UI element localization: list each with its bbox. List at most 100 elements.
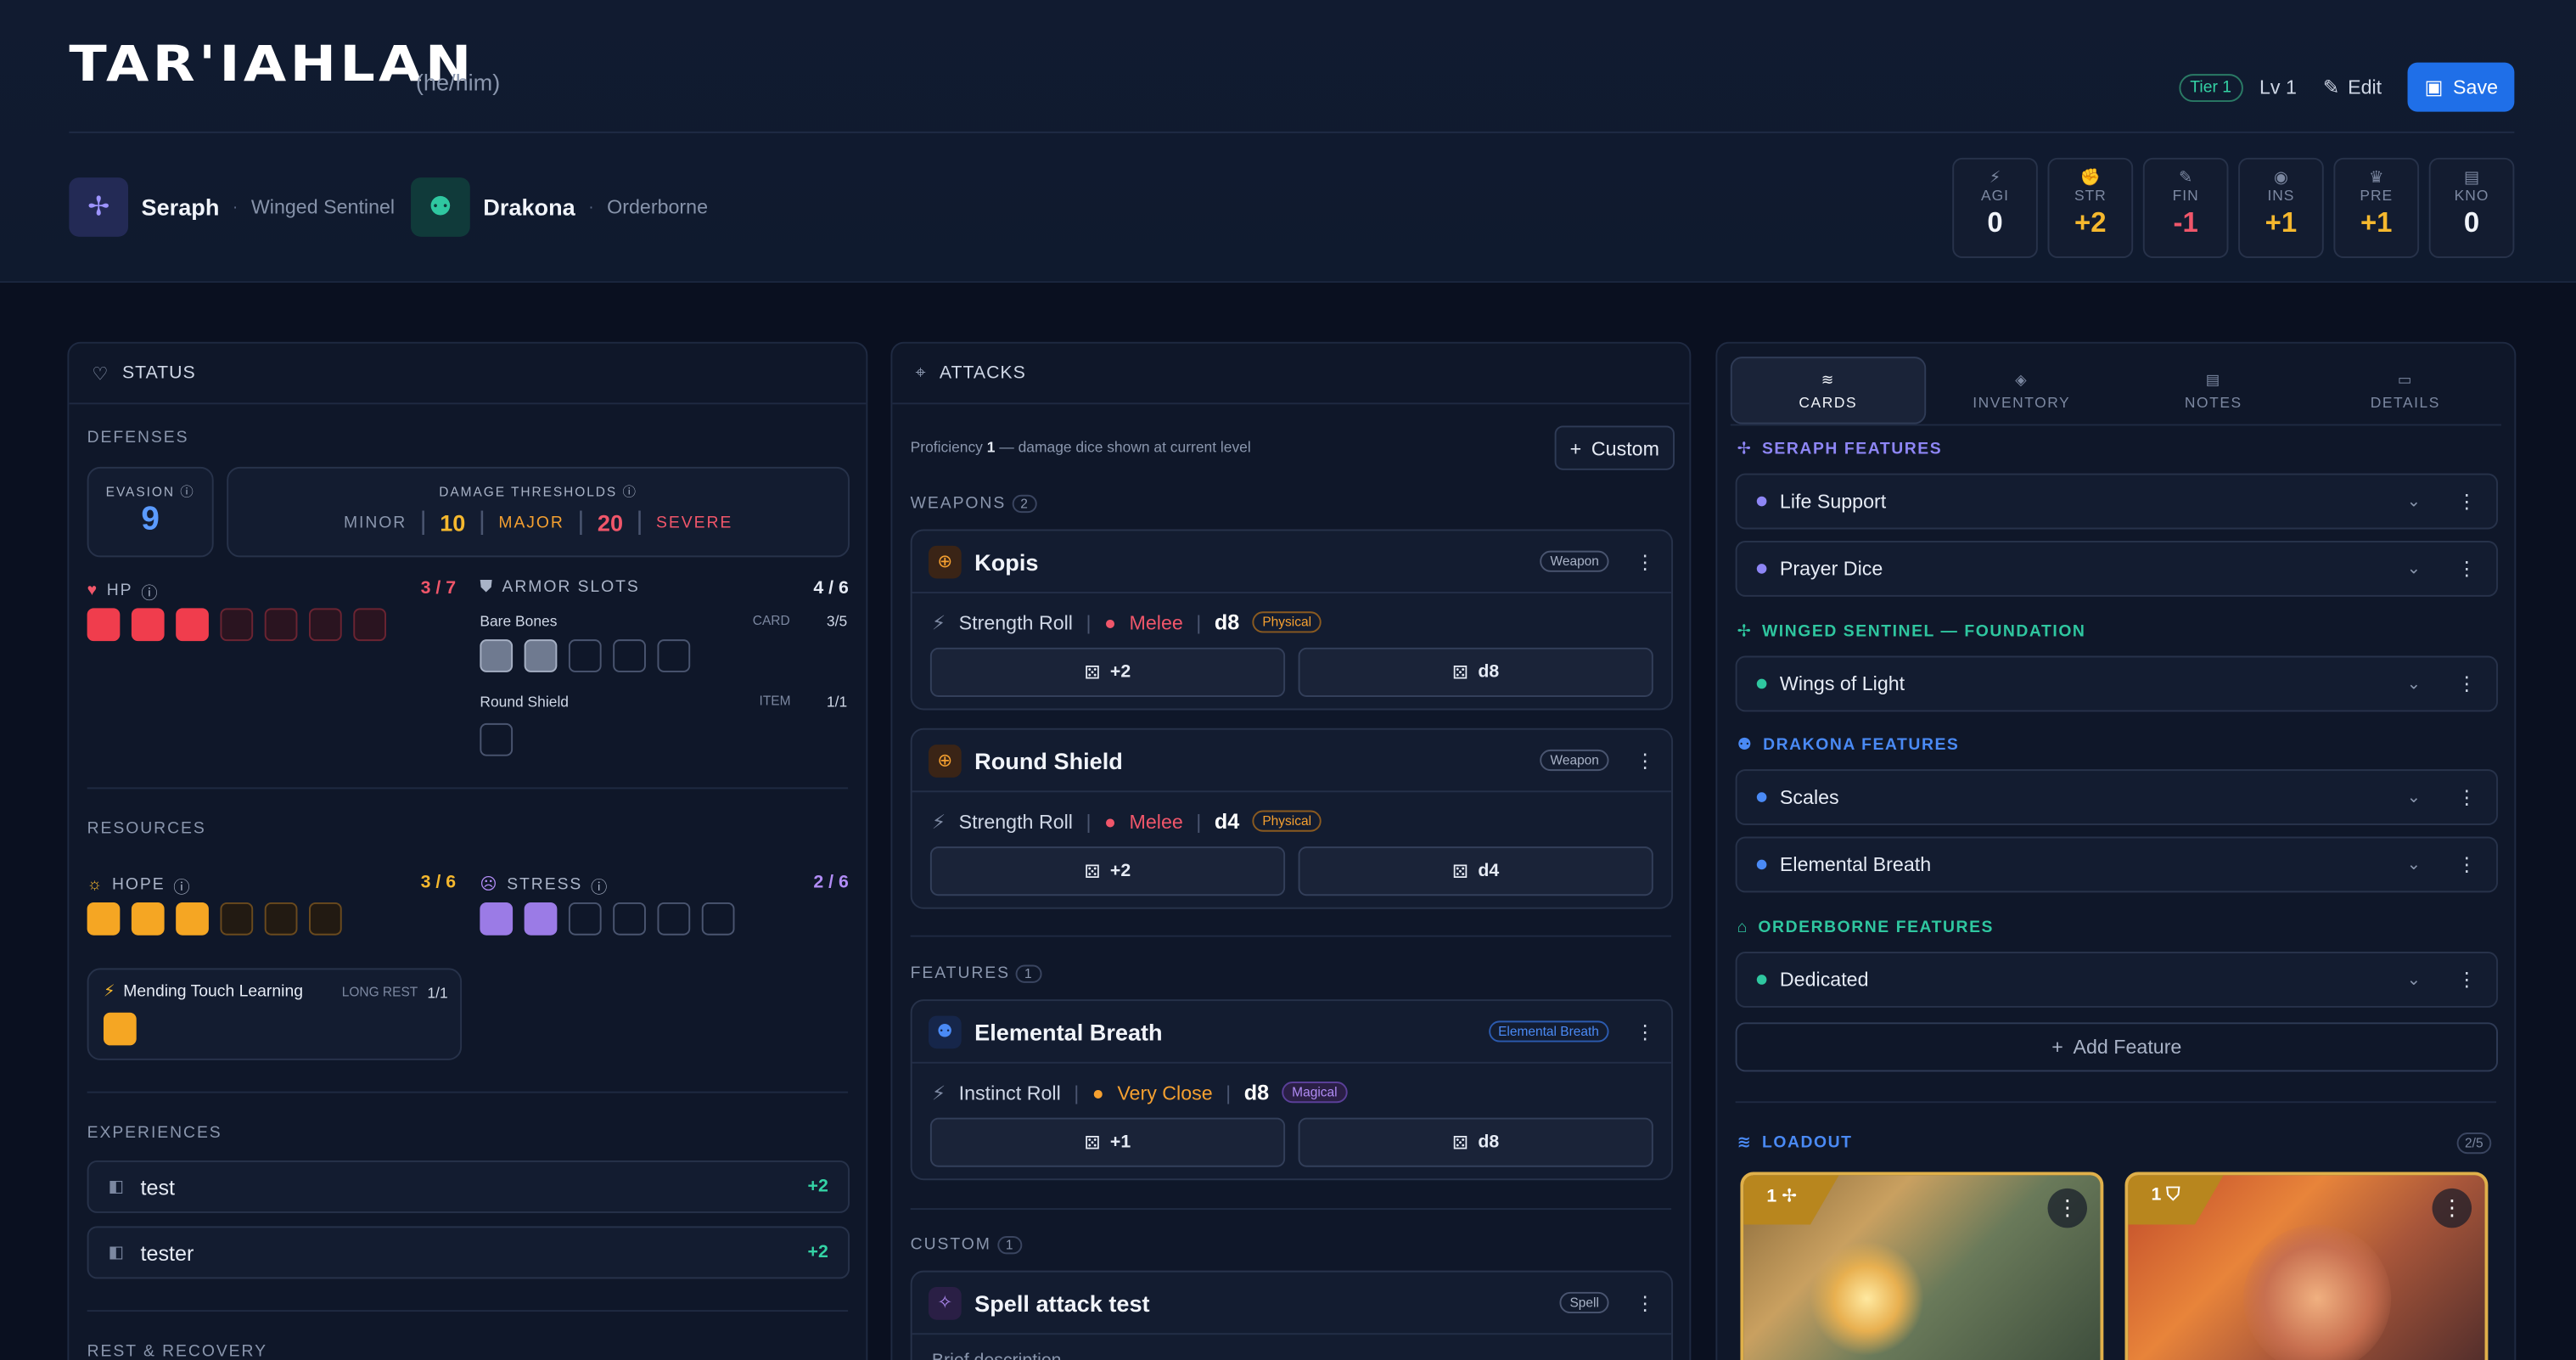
armor-slots-card[interactable] xyxy=(480,639,691,672)
kebab-menu-icon[interactable]: ⋮ xyxy=(1636,1291,1655,1314)
stress-count: 2 / 6 xyxy=(813,873,849,893)
bolt-icon: ⚡ xyxy=(103,982,115,1002)
tab-notes[interactable]: ▤ NOTES xyxy=(2118,357,2309,424)
roll-hit-button[interactable]: ⚄ +2 xyxy=(929,647,1286,697)
loadout-card[interactable]: 1 ⛉ ⋮ xyxy=(2124,1172,2489,1360)
chevron-down-icon: ⌄ xyxy=(2406,559,2422,578)
kebab-menu-icon[interactable]: ⋮ xyxy=(1636,1020,1655,1042)
custom-attack-button[interactable]: + Custom xyxy=(1554,425,1675,470)
status-title: STATUS xyxy=(122,362,196,384)
evasion-value: 9 xyxy=(141,501,160,538)
stat-pre[interactable]: ♛ PRE +1 xyxy=(2333,157,2420,258)
stress-slots[interactable] xyxy=(480,902,735,936)
chevron-down-icon: ⌄ xyxy=(2406,674,2422,694)
ancestry-name: Drakona xyxy=(483,194,575,221)
card-level-badge: 1 ⛉ xyxy=(2128,1175,2224,1225)
temple-icon: ⌂ xyxy=(1737,919,1748,937)
tab-bar: ≋ CARDS ◈ INVENTORY ▤ NOTES ▭ DETAILS xyxy=(1730,357,2501,426)
kebab-menu-icon: ⋮ xyxy=(2456,785,2477,809)
add-feature-button[interactable]: + Add Feature xyxy=(1735,1022,2499,1072)
status-panel: ♡ STATUS DEFENSES EVASION ⓘ 9 DAMAGE THRE… xyxy=(67,341,868,1360)
fist-icon: ✊ xyxy=(2079,169,2101,188)
roll-damage-button[interactable]: ⚄ d8 xyxy=(1298,1117,1653,1167)
feature-item[interactable]: Dedicated ⌄ ⋮ xyxy=(1735,952,2499,1008)
wings-icon: ✢ xyxy=(1737,440,1753,459)
feature-item[interactable]: Elemental Breath ⌄ ⋮ xyxy=(1735,836,2499,893)
stat-ins[interactable]: ◉ INS +1 xyxy=(2238,157,2324,258)
attack-card[interactable]: ✧Spell attack testSpell⋮ Brief descripti… xyxy=(910,1270,1674,1360)
feature-item[interactable]: Wings of Light ⌄ ⋮ xyxy=(1735,655,2499,712)
feather-icon: ✎ xyxy=(2179,169,2193,188)
loadout-count: 2/5 xyxy=(2456,1132,2492,1155)
bookmark-icon: ◧ xyxy=(108,1177,125,1196)
shield-icon: ⛊ xyxy=(480,578,494,597)
feature-group-heading: ✢ SERAPH FEATURES xyxy=(1737,440,1943,459)
kebab-menu-icon[interactable]: ⋮ xyxy=(2047,1188,2087,1228)
feature-group-heading: ⌂ ORDERBORNE FEATURES xyxy=(1737,919,1995,937)
pin-icon: ● xyxy=(1104,809,1117,833)
roll-hit-button[interactable]: ⚄ +2 xyxy=(929,846,1286,896)
kebab-menu-icon: ⋮ xyxy=(2456,489,2477,514)
tab-cards[interactable]: ≋ CARDS xyxy=(1730,357,1926,424)
stat-agi[interactable]: ⚡ AGI 0 xyxy=(1952,157,2038,258)
tab-details[interactable]: ▭ DETAILS xyxy=(2309,357,2501,424)
feature-item[interactable]: Scales ⌄ ⋮ xyxy=(1735,769,2499,825)
info-icon: ⓘ xyxy=(590,879,609,898)
stat-fin[interactable]: ✎ FIN -1 xyxy=(2142,157,2229,258)
bolt-icon: ⚡ xyxy=(1989,169,2001,188)
kebab-menu-icon[interactable]: ⋮ xyxy=(1636,550,1655,573)
card-level-badge: 1 ✢ xyxy=(1743,1175,1839,1225)
wings-icon: ✢ xyxy=(1737,622,1753,642)
feature-group-heading: ✢ WINGED SENTINEL — FOUNDATION xyxy=(1737,622,2086,642)
subclass-name: Winged Sentinel xyxy=(250,195,396,219)
class-chip[interactable]: ✢ Seraph · Winged Sentinel xyxy=(69,177,395,237)
armor-slots-item[interactable] xyxy=(480,722,514,756)
tab-inventory[interactable]: ◈ INVENTORY xyxy=(1926,357,2118,424)
loadout-heading: ≋ LOADOUT xyxy=(1737,1133,1853,1153)
dice-icon: ⚄ xyxy=(1452,663,1468,683)
experience-item[interactable]: ◧ tester +2 xyxy=(87,1226,850,1279)
feature-item[interactable]: Prayer Dice ⌄ ⋮ xyxy=(1735,541,2499,597)
attacks-panel: ⌖ ATTACKS Proficiency 1 — damage dice sho… xyxy=(890,341,1692,1360)
feature-group-heading: ⚉ DRAKONA FEATURES xyxy=(1737,736,1960,755)
dice-icon: ⚄ xyxy=(1084,1133,1101,1154)
tier-badge: Tier 1 xyxy=(2178,73,2243,102)
experience-item[interactable]: ◧ test +2 xyxy=(87,1160,850,1213)
hope-slots[interactable] xyxy=(87,902,342,936)
character-name: TAR'IAHLAN xyxy=(69,36,475,94)
proficiency-note: Proficiency 1 — damage dice shown at cur… xyxy=(910,438,1251,456)
weapons-heading: WEAPONS 2 xyxy=(911,494,1038,514)
attack-card[interactable]: ⊕ Round Shield Weapon ⋮ ⚡ Strength Roll | ● Mel… xyxy=(910,728,1674,909)
stat-str[interactable]: ✊ STR +2 xyxy=(2047,157,2134,258)
hp-count: 3 / 7 xyxy=(420,578,457,599)
box-icon: ◈ xyxy=(2015,370,2029,387)
kebab-menu-icon: ⋮ xyxy=(2456,968,2477,992)
crown-icon: ♛ xyxy=(2369,169,2384,188)
kebab-menu-icon: ⋮ xyxy=(2456,852,2477,876)
feature-item[interactable]: Life Support ⌄ ⋮ xyxy=(1735,473,2499,530)
attack-name: Elemental Breath xyxy=(974,1018,1163,1045)
bolt-icon: ⚡ xyxy=(931,809,946,833)
info-icon: ⓘ xyxy=(173,879,192,898)
kebab-menu-icon[interactable]: ⋮ xyxy=(2432,1188,2472,1228)
shield-icon: ⛉ xyxy=(2166,1185,2180,1205)
ancestry-chip[interactable]: ⚉ Drakona · Orderborne xyxy=(411,177,708,237)
hp-slots[interactable] xyxy=(87,608,387,642)
plus-icon: + xyxy=(1569,436,1582,460)
mending-slot[interactable] xyxy=(103,1012,137,1046)
bolt-icon: ⚡ xyxy=(931,1081,946,1104)
attack-card[interactable]: ⚉ Elemental Breath Elemental Breath ⋮ ⚡ Inst… xyxy=(910,999,1674,1181)
armor-count: 4 / 6 xyxy=(813,578,849,599)
eye-icon: ◉ xyxy=(2273,169,2288,188)
kebab-menu-icon[interactable]: ⋮ xyxy=(1636,749,1655,772)
save-button[interactable]: ▣ Save xyxy=(2408,62,2515,112)
community-name: Orderborne xyxy=(607,195,709,219)
attack-description: Brief description xyxy=(912,1335,1672,1360)
roll-damage-button[interactable]: ⚄ d4 xyxy=(1298,846,1653,896)
stat-kno[interactable]: ▤ KNO 0 xyxy=(2428,157,2515,258)
roll-damage-button[interactable]: ⚄ d8 xyxy=(1298,647,1653,697)
roll-hit-button[interactable]: ⚄ +1 xyxy=(929,1117,1286,1167)
attack-card[interactable]: ⊕ Kopis Weapon ⋮ ⚡ Strength Roll | ● Melee | d8 Ph… xyxy=(910,529,1674,711)
loadout-card[interactable]: 1 ✢ ⋮ xyxy=(1740,1172,2104,1360)
edit-button[interactable]: ✎ Edit xyxy=(2323,76,2382,98)
